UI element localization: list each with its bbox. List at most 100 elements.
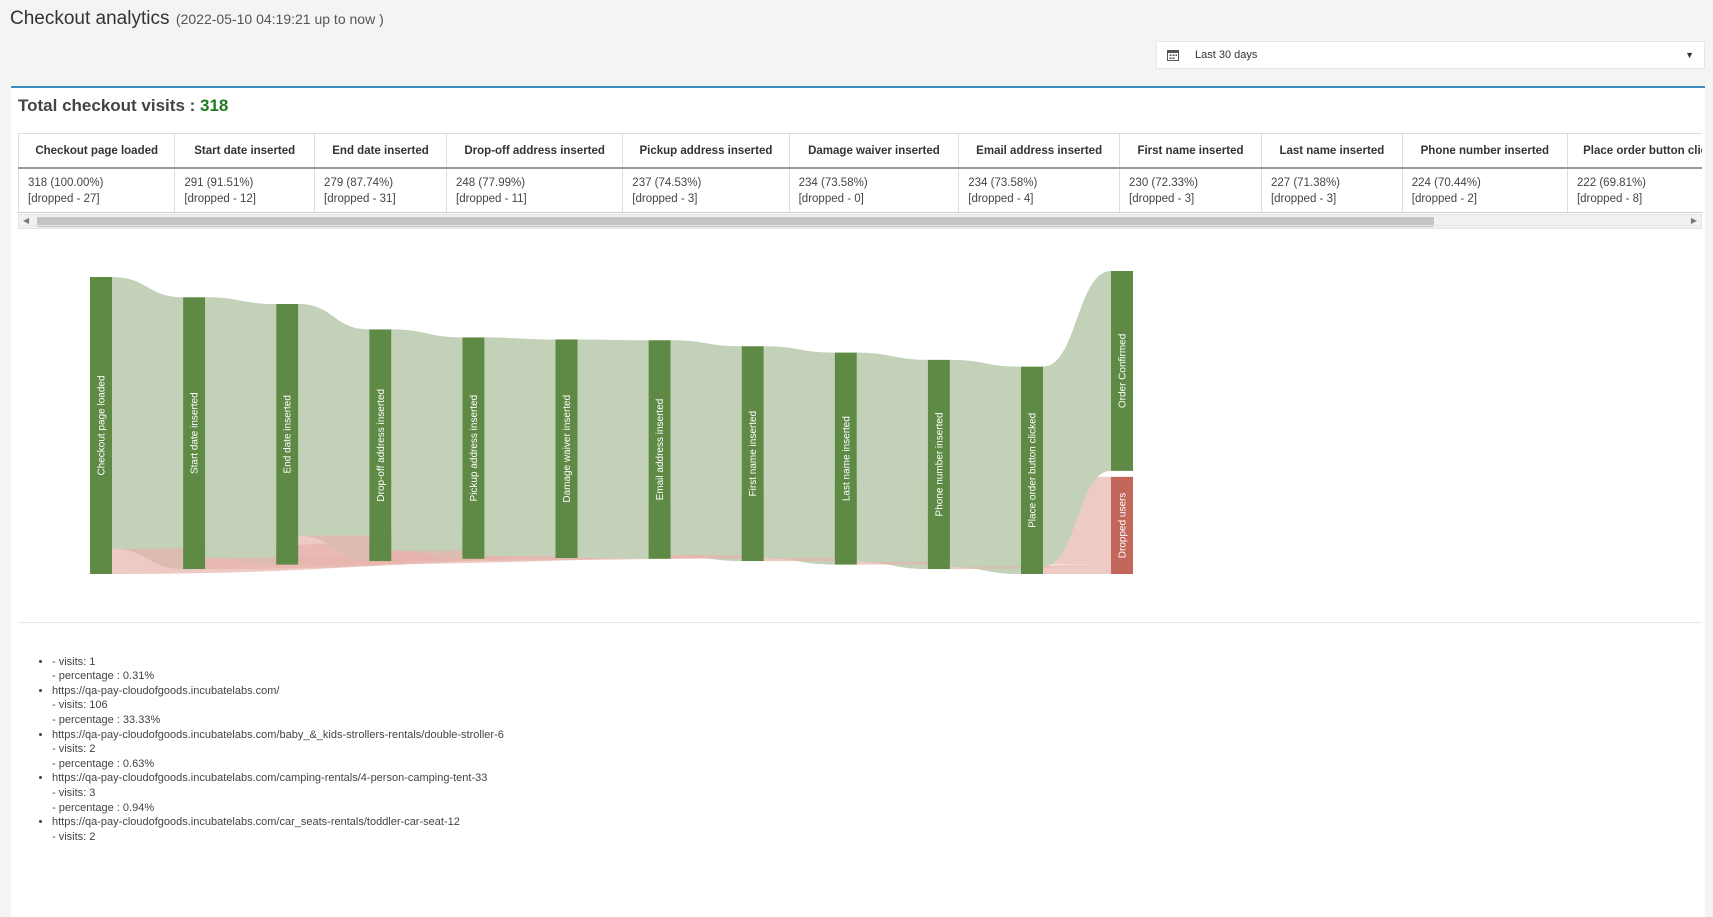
flow-link bbox=[763, 346, 835, 565]
cell-dropped: [dropped - 12] bbox=[184, 192, 256, 205]
cell-value: 230 (72.33%) bbox=[1129, 176, 1199, 189]
url-visits: - visits: 2 bbox=[52, 830, 96, 843]
url-percentage: - percentage : 0.31% bbox=[52, 670, 155, 683]
node-label: Drop-off address inserted bbox=[376, 389, 387, 502]
total-label: Total checkout visits : bbox=[18, 96, 196, 115]
url-visits: - visits: 3 bbox=[52, 786, 96, 799]
url-visits: - visits: 1 bbox=[52, 655, 96, 668]
column-header: Place order button clicke bbox=[1566, 133, 1702, 169]
node-label: First name inserted bbox=[748, 411, 759, 497]
cell-dropped: [dropped - 8] bbox=[1576, 192, 1643, 205]
url-percentage: - percentage : 0.94% bbox=[52, 801, 155, 814]
cell-value: 222 (69.81%) bbox=[1576, 176, 1647, 189]
total-checkout-visits: Total checkout visits : 318 bbox=[18, 96, 228, 116]
list-item: https://qa-pay-cloudofgoods.incubatelabs… bbox=[52, 771, 504, 815]
url-link[interactable]: https://qa-pay-cloudofgoods.incubatelabs… bbox=[52, 815, 504, 830]
list-item: https://qa-pay-cloudofgoods.incubatelabs… bbox=[52, 728, 504, 772]
table-header-row: Checkout page loaded Start date inserted E… bbox=[18, 133, 1702, 169]
flow-link bbox=[391, 329, 463, 559]
list-item: - visits: 1 - percentage : 0.31% bbox=[52, 640, 504, 684]
table-row: 318 (100.00%) [dropped - 27] 291 (91.51%) [… bbox=[18, 168, 1702, 213]
cell-value: 237 (74.53%) bbox=[632, 176, 702, 189]
url-list: - visits: 1- percentage : 0.31%https://q… bbox=[38, 640, 504, 844]
node-label: Dropped users bbox=[1118, 493, 1129, 559]
total-value: 318 bbox=[200, 96, 229, 115]
url-link[interactable]: https://qa-pay-cloudofgoods.incubatelabs… bbox=[52, 728, 504, 743]
node-label: Phone number inserted bbox=[934, 412, 945, 516]
url-link[interactable]: https://qa-pay-cloudofgoods.incubatelabs… bbox=[52, 684, 504, 699]
divider bbox=[18, 225, 1702, 226]
table-cell: 248 (77.99%) [dropped - 11] bbox=[445, 168, 623, 213]
cell-value: 318 (100.00%) bbox=[28, 176, 104, 189]
table-cell: 237 (74.53%) [dropped - 3] bbox=[622, 168, 790, 213]
flow-link bbox=[949, 359, 1021, 574]
node-label: Start date inserted bbox=[190, 392, 201, 474]
table-cell: 279 (87.74%) [dropped - 31] bbox=[314, 168, 447, 213]
cell-dropped: [dropped - 2] bbox=[1411, 192, 1477, 205]
node-label: End date inserted bbox=[283, 395, 294, 473]
url-visits: - visits: 2 bbox=[52, 743, 96, 756]
drop-flow-link bbox=[1043, 566, 1111, 574]
table-cell: 234 (73.58%) [dropped - 4] bbox=[958, 168, 1120, 213]
flow-link bbox=[484, 337, 556, 558]
date-range-picker[interactable]: Last 30 days ▼ bbox=[1156, 41, 1705, 69]
column-header: First name inserted bbox=[1119, 133, 1262, 169]
column-header: Damage waiver inserted bbox=[788, 133, 959, 169]
table-cell: 227 (71.38%) [dropped - 3] bbox=[1260, 168, 1403, 213]
scroll-left-icon[interactable]: ◀ bbox=[23, 216, 29, 225]
cell-value: 234 (73.58%) bbox=[798, 176, 868, 189]
column-header: Pickup address inserted bbox=[622, 133, 790, 169]
node-label: Checkout page loaded bbox=[97, 375, 108, 475]
flow-link bbox=[856, 352, 928, 570]
table-cell: 230 (72.33%) [dropped - 3] bbox=[1119, 168, 1262, 213]
calendar-icon bbox=[1167, 47, 1183, 63]
page-header: Checkout analytics (2022-05-10 04:19:21 … bbox=[10, 8, 384, 30]
column-header: Phone number inserted bbox=[1401, 133, 1568, 169]
funnel-table-wrapper[interactable]: Checkout page loaded Start date inserted E… bbox=[18, 133, 1702, 216]
page-subtitle: (2022-05-10 04:19:21 up to now ) bbox=[175, 11, 384, 27]
cell-dropped: [dropped - 3] bbox=[632, 192, 698, 205]
scroll-right-icon[interactable]: ▶ bbox=[1691, 216, 1697, 225]
funnel-table: Checkout page loaded Start date inserted E… bbox=[18, 133, 1702, 213]
node-label: Order Confirmed bbox=[1118, 334, 1129, 408]
checkout-panel: Total checkout visits : 318 Checkout pag… bbox=[11, 86, 1705, 917]
date-range-label: Last 30 days bbox=[1195, 49, 1258, 61]
cell-value: 248 (77.99%) bbox=[456, 176, 526, 189]
flow-link bbox=[112, 277, 184, 570]
node-label: Place order button clicked bbox=[1028, 413, 1039, 528]
cell-dropped: [dropped - 3] bbox=[1129, 192, 1195, 205]
cell-value: 234 (73.58%) bbox=[968, 176, 1038, 189]
cell-dropped: [dropped - 11] bbox=[456, 192, 527, 205]
cell-value: 291 (91.51%) bbox=[184, 176, 254, 189]
cell-value: 227 (71.38%) bbox=[1270, 176, 1340, 189]
column-header: End date inserted bbox=[314, 133, 447, 169]
url-visits: - visits: 106 bbox=[52, 699, 108, 712]
sankey-chart: Checkout page loaded Start date inserted E… bbox=[90, 271, 1133, 574]
cell-dropped: [dropped - 27] bbox=[28, 192, 100, 205]
page-title: Checkout analytics bbox=[10, 8, 170, 29]
table-cell: 224 (70.44%) [dropped - 2] bbox=[1401, 168, 1568, 213]
caret-down-icon: ▼ bbox=[1685, 50, 1694, 60]
flow-link bbox=[205, 297, 277, 565]
flow-link bbox=[298, 304, 370, 562]
cell-dropped: [dropped - 31] bbox=[324, 192, 396, 205]
column-header: Last name inserted bbox=[1260, 133, 1403, 169]
node-label: Email address inserted bbox=[655, 399, 666, 501]
column-header: Checkout page loaded bbox=[18, 133, 175, 169]
url-link[interactable]: https://qa-pay-cloudofgoods.incubatelabs… bbox=[52, 771, 504, 786]
table-cell: 234 (73.58%) [dropped - 0] bbox=[788, 168, 959, 213]
cell-value: 279 (87.74%) bbox=[324, 176, 394, 189]
url-link[interactable] bbox=[52, 640, 504, 655]
flow-link bbox=[670, 340, 742, 562]
node-label: Pickup address inserted bbox=[469, 395, 480, 502]
horizontal-scrollbar[interactable]: ◀ ▶ bbox=[18, 214, 1702, 229]
divider bbox=[18, 622, 1702, 623]
cell-dropped: [dropped - 4] bbox=[968, 192, 1034, 205]
list-item: https://qa-pay-cloudofgoods.incubatelabs… bbox=[52, 815, 504, 844]
table-cell: 291 (91.51%) [dropped - 12] bbox=[174, 168, 315, 213]
url-percentage: - percentage : 33.33% bbox=[52, 713, 161, 726]
list-item: https://qa-pay-cloudofgoods.incubatelabs… bbox=[52, 684, 504, 728]
cell-dropped: [dropped - 0] bbox=[798, 192, 864, 205]
node-label: Last name inserted bbox=[841, 416, 852, 501]
column-header: Start date inserted bbox=[174, 133, 315, 169]
